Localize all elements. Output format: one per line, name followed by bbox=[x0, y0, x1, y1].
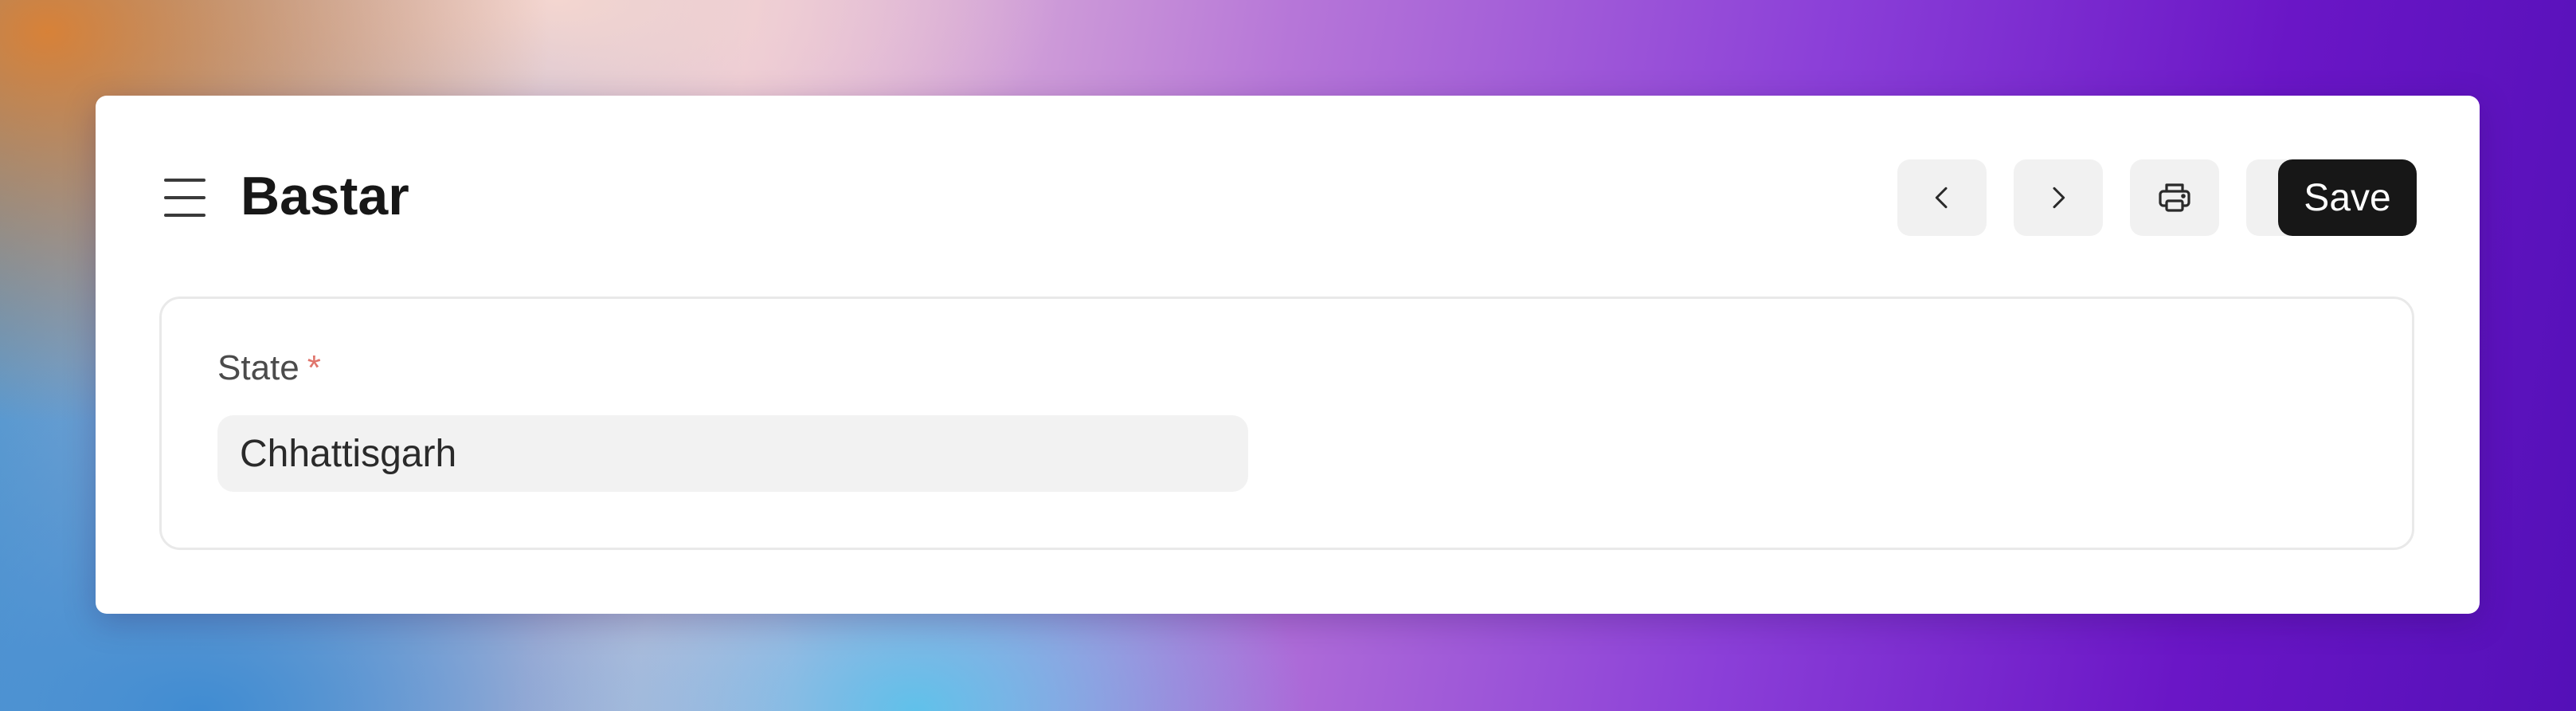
state-field[interactable]: Chhattisgarh bbox=[217, 415, 1248, 492]
menu-icon-bar bbox=[164, 179, 206, 182]
menu-icon-bar bbox=[164, 196, 206, 199]
chevron-left-icon bbox=[1935, 187, 1948, 209]
next-button[interactable] bbox=[2014, 159, 2103, 236]
document-card: Bastar Save State * Chhattisgarh bbox=[96, 96, 2480, 614]
required-mark: * bbox=[307, 348, 321, 387]
print-button[interactable] bbox=[2130, 159, 2219, 236]
page-title: Bastar bbox=[241, 166, 409, 226]
menu-icon-bar bbox=[164, 214, 206, 217]
printer-icon bbox=[2159, 183, 2190, 212]
chevron-right-icon bbox=[2053, 187, 2065, 209]
state-label-text: State bbox=[217, 348, 299, 387]
menu-icon[interactable] bbox=[164, 179, 206, 217]
save-button[interactable]: Save bbox=[2278, 159, 2417, 236]
state-field-label: State * bbox=[217, 348, 321, 388]
previous-button[interactable] bbox=[1897, 159, 1987, 236]
state-field-value: Chhattisgarh bbox=[240, 432, 457, 475]
form-section: State * Chhattisgarh bbox=[159, 297, 2414, 550]
